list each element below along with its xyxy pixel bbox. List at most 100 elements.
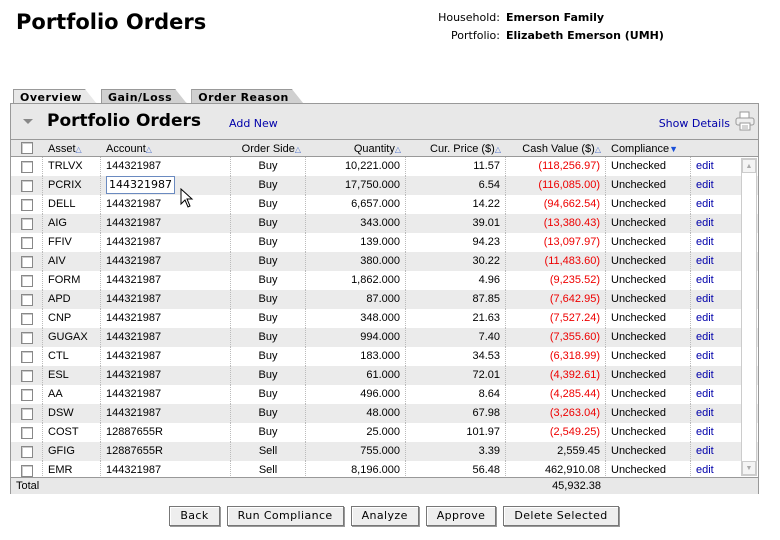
- col-price[interactable]: Cur. Price ($)△: [406, 140, 506, 156]
- cell-compliance: Unchecked: [606, 461, 691, 477]
- row-checkbox[interactable]: [20, 160, 33, 173]
- cell-cash-value: (3,263.04): [506, 404, 606, 423]
- cell-order-side: Buy: [231, 233, 306, 252]
- tab-gain-loss[interactable]: Gain/Loss: [101, 89, 187, 104]
- row-checkbox[interactable]: [20, 350, 33, 363]
- cell-edit[interactable]: edit: [691, 309, 741, 328]
- tab-overview[interactable]: Overview: [13, 89, 97, 104]
- cell-edit[interactable]: edit: [691, 347, 741, 366]
- cell-edit[interactable]: edit: [691, 385, 741, 404]
- col-compliance[interactable]: Compliance▼: [606, 140, 691, 156]
- cell-asset: GFIG: [43, 442, 101, 461]
- row-checkbox[interactable]: [20, 445, 33, 458]
- cell-edit[interactable]: edit: [691, 195, 741, 214]
- cell-edit[interactable]: edit: [691, 252, 741, 271]
- row-checkbox[interactable]: [20, 388, 33, 401]
- cell-edit[interactable]: edit: [691, 157, 741, 176]
- table-row[interactable]: GFIG 12887655R Sell 755.000 3.39 2,559.45 Unch…: [11, 442, 758, 461]
- cell-price: 94.23: [406, 233, 506, 252]
- col-asset[interactable]: Asset△: [43, 140, 101, 156]
- printer-icon[interactable]: [735, 111, 755, 131]
- cell-account: 144321987: [101, 328, 231, 347]
- table-row[interactable]: ESL 144321987 Buy 61.000 72.01 (4,392.61) Unch…: [11, 366, 758, 385]
- cell-edit[interactable]: edit: [691, 442, 741, 461]
- show-details-link[interactable]: Show Details: [659, 117, 730, 130]
- cell-price: 11.57: [406, 157, 506, 176]
- row-checkbox[interactable]: [20, 312, 33, 325]
- scroll-up-arrow-icon[interactable]: ▲: [742, 159, 756, 173]
- row-checkbox[interactable]: [20, 179, 33, 192]
- cell-account[interactable]: 144321987: [101, 176, 231, 195]
- row-checkbox[interactable]: [20, 426, 33, 439]
- table-row[interactable]: GUGAX 144321987 Buy 994.000 7.40 (7,355.60) Un…: [11, 328, 758, 347]
- cell-account: 144321987: [101, 214, 231, 233]
- row-checkbox[interactable]: [20, 217, 33, 230]
- cell-compliance: Unchecked: [606, 233, 691, 252]
- table-row[interactable]: CNP 144321987 Buy 348.000 21.63 (7,527.24) Unc…: [11, 309, 758, 328]
- cell-edit[interactable]: edit: [691, 404, 741, 423]
- row-checkbox[interactable]: [20, 293, 33, 306]
- cell-edit[interactable]: edit: [691, 176, 741, 195]
- row-checkbox[interactable]: [20, 274, 33, 287]
- sort-asc-icon: △: [294, 145, 301, 154]
- cell-account: 144321987: [101, 347, 231, 366]
- table-row[interactable]: PCRIX 144321987 Buy 17,750.000 6.54 (116,085.…: [11, 176, 758, 195]
- cell-cash-value: (13,097.97): [506, 233, 606, 252]
- cell-edit[interactable]: edit: [691, 461, 741, 477]
- scrollbar[interactable]: ▲ ▼: [741, 158, 757, 476]
- row-checkbox[interactable]: [20, 464, 33, 477]
- analyze-button[interactable]: Analyze: [350, 506, 419, 526]
- cell-account: 144321987: [101, 252, 231, 271]
- table-row[interactable]: AA 144321987 Buy 496.000 8.64 (4,285.44) Unche…: [11, 385, 758, 404]
- table-row[interactable]: DELL 144321987 Buy 6,657.000 14.22 (94,662.54…: [11, 195, 758, 214]
- table-row[interactable]: FFIV 144321987 Buy 139.000 94.23 (13,097.97) U…: [11, 233, 758, 252]
- row-checkbox[interactable]: [20, 331, 33, 344]
- approve-button[interactable]: Approve: [425, 506, 497, 526]
- table-row[interactable]: EMR 144321987 Sell 8,196.000 56.48 462,910.08…: [11, 461, 758, 477]
- cell-edit[interactable]: edit: [691, 423, 741, 442]
- cell-edit[interactable]: edit: [691, 366, 741, 385]
- col-account[interactable]: Account△: [101, 140, 231, 156]
- row-checkbox[interactable]: [20, 198, 33, 211]
- back-button[interactable]: Back: [169, 506, 220, 526]
- row-checkbox[interactable]: [20, 369, 33, 382]
- run-compliance-button[interactable]: Run Compliance: [226, 506, 344, 526]
- table-row[interactable]: COST 12887655R Buy 25.000 101.97 (2,549.25) Un…: [11, 423, 758, 442]
- table-row[interactable]: AIV 144321987 Buy 380.000 30.22 (11,483.60) Un…: [11, 252, 758, 271]
- col-quantity[interactable]: Quantity△: [306, 140, 406, 156]
- cell-cash-value: (7,642.95): [506, 290, 606, 309]
- table-row[interactable]: AIG 144321987 Buy 343.000 39.01 (13,380.43) Un…: [11, 214, 758, 233]
- cell-edit[interactable]: edit: [691, 233, 741, 252]
- cell-edit[interactable]: edit: [691, 271, 741, 290]
- cell-edit[interactable]: edit: [691, 214, 741, 233]
- add-new-link[interactable]: Add New: [229, 117, 278, 130]
- tab-order-reason[interactable]: Order Reason: [191, 89, 304, 104]
- collapse-triangle-icon[interactable]: [23, 119, 33, 124]
- select-all-checkbox[interactable]: [21, 142, 33, 154]
- col-order-side[interactable]: Order Side△: [231, 140, 306, 156]
- cell-quantity: 61.000: [306, 366, 406, 385]
- table-row[interactable]: APD 144321987 Buy 87.000 87.85 (7,642.95) Unch…: [11, 290, 758, 309]
- row-checkbox[interactable]: [20, 407, 33, 420]
- account-edit-input[interactable]: 144321987: [106, 176, 175, 194]
- table-row[interactable]: TRLVX 144321987 Buy 10,221.000 11.57 (118,256…: [11, 157, 758, 176]
- table-row[interactable]: FORM 144321987 Buy 1,862.000 4.96 (9,235.52) U…: [11, 271, 758, 290]
- table-row[interactable]: DSW 144321987 Buy 48.000 67.98 (3,263.04) Unch…: [11, 404, 758, 423]
- cell-quantity: 25.000: [306, 423, 406, 442]
- cell-edit[interactable]: edit: [691, 290, 741, 309]
- delete-selected-button[interactable]: Delete Selected: [503, 506, 619, 526]
- cell-cash-value: (9,235.52): [506, 271, 606, 290]
- scroll-down-arrow-icon[interactable]: ▼: [742, 461, 756, 475]
- table-row[interactable]: CTL 144321987 Buy 183.000 34.53 (6,318.99) Unc…: [11, 347, 758, 366]
- row-checkbox[interactable]: [20, 255, 33, 268]
- cell-compliance: Unchecked: [606, 366, 691, 385]
- action-buttons: Back Run Compliance Analyze Approve Dele…: [0, 506, 780, 526]
- cell-cash-value: (4,285.44): [506, 385, 606, 404]
- row-checkbox[interactable]: [20, 236, 33, 249]
- cell-price: 21.63: [406, 309, 506, 328]
- cell-price: 34.53: [406, 347, 506, 366]
- cell-edit[interactable]: edit: [691, 328, 741, 347]
- col-cash-value[interactable]: Cash Value ($)△: [506, 140, 606, 156]
- panel-title: Portfolio Orders: [47, 111, 202, 131]
- cell-compliance: Unchecked: [606, 309, 691, 328]
